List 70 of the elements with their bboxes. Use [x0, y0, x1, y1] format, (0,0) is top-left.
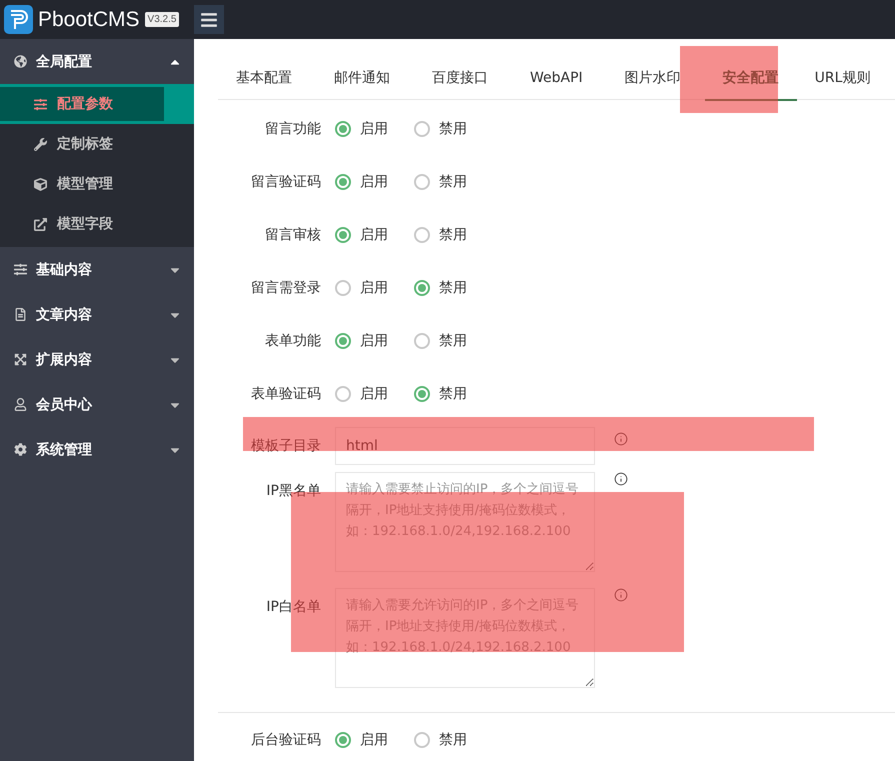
tab[interactable]: 百度接口: [414, 57, 506, 101]
sliders-icon: [34, 98, 47, 110]
wrench-icon: [34, 138, 47, 150]
radio-icon: [414, 280, 430, 296]
radio-icon: [335, 120, 351, 136]
field-label: 后台验证码: [250, 730, 322, 748]
field-label: 留言审核: [264, 226, 322, 244]
sidebar-item[interactable]: 模型管理: [0, 164, 194, 204]
tab[interactable]: 图片水印: [606, 57, 699, 101]
field-label: 表单功能: [264, 332, 322, 350]
version-label: V3.2.5: [144, 12, 180, 27]
radio-option[interactable]: 禁用: [414, 384, 467, 402]
tab[interactable]: 基本配置: [218, 57, 310, 101]
field-label: IP白名单: [265, 598, 322, 616]
radio-option[interactable]: 禁用: [414, 226, 467, 244]
info-icon: [614, 588, 628, 602]
radio-option[interactable]: 启用: [335, 278, 388, 296]
radio-icon: [414, 174, 430, 190]
radio-icon: [414, 226, 430, 242]
radio-option[interactable]: 启用: [335, 120, 388, 138]
tab[interactable]: 邮件通知: [316, 57, 408, 101]
field-label: 模板子目录: [250, 437, 322, 455]
logo-text: PbootCMS: [38, 8, 140, 32]
sidebar-group[interactable]: 基础内容: [0, 247, 194, 292]
radio-icon: [335, 174, 351, 190]
radio-option[interactable]: 启用: [335, 172, 388, 190]
menu-icon: [200, 10, 218, 28]
gear-icon: [14, 443, 27, 456]
radio-option[interactable]: 启用: [335, 730, 388, 748]
globe-icon: [14, 55, 27, 68]
logo-icon: [4, 5, 33, 34]
sidebar-group[interactable]: 会员中心: [0, 382, 194, 427]
external-link-icon: [34, 218, 47, 230]
sidebar-group[interactable]: 文章内容: [0, 292, 194, 337]
menu-button[interactable]: [194, 5, 224, 34]
radio-option[interactable]: 禁用: [414, 332, 467, 350]
info-icon: [614, 432, 628, 446]
sidebar-item[interactable]: 模型字段: [0, 204, 194, 244]
expand-icon: [14, 353, 27, 366]
sidebar-group[interactable]: 扩展内容: [0, 337, 194, 382]
radio-option[interactable]: 启用: [335, 332, 388, 350]
sidebar-item[interactable]: 定制标签: [0, 124, 194, 164]
radio-icon: [335, 332, 351, 348]
field-label: 表单验证码: [250, 384, 322, 402]
radio-option[interactable]: 禁用: [414, 120, 467, 138]
sidebar-group[interactable]: 全局配置: [0, 39, 194, 84]
radio-icon: [414, 732, 430, 748]
radio-icon: [335, 732, 351, 748]
document-icon: [14, 308, 27, 321]
field-label: 留言验证码: [250, 172, 322, 190]
radio-option[interactable]: 禁用: [414, 172, 467, 190]
radio-option[interactable]: 禁用: [414, 730, 467, 748]
tab[interactable]: URL规则: [796, 57, 888, 101]
radio-option[interactable]: 禁用: [414, 278, 467, 296]
radio-option[interactable]: 启用: [335, 384, 388, 402]
radio-icon: [414, 332, 430, 348]
field-label: 留言需登录: [250, 278, 322, 296]
radio-icon: [414, 386, 430, 402]
sliders-icon: [14, 263, 27, 276]
user-icon: [14, 398, 27, 411]
tab[interactable]: WebAPI: [512, 57, 601, 101]
radio-icon: [335, 280, 351, 296]
radio-icon: [335, 226, 351, 242]
field-label: 留言功能: [264, 120, 322, 138]
radio-option[interactable]: 启用: [335, 226, 388, 244]
info-icon: [614, 472, 628, 486]
radio-icon: [414, 120, 430, 136]
sidebar-group[interactable]: 系统管理: [0, 427, 194, 472]
cube-icon: [34, 178, 47, 190]
radio-icon: [335, 386, 351, 402]
